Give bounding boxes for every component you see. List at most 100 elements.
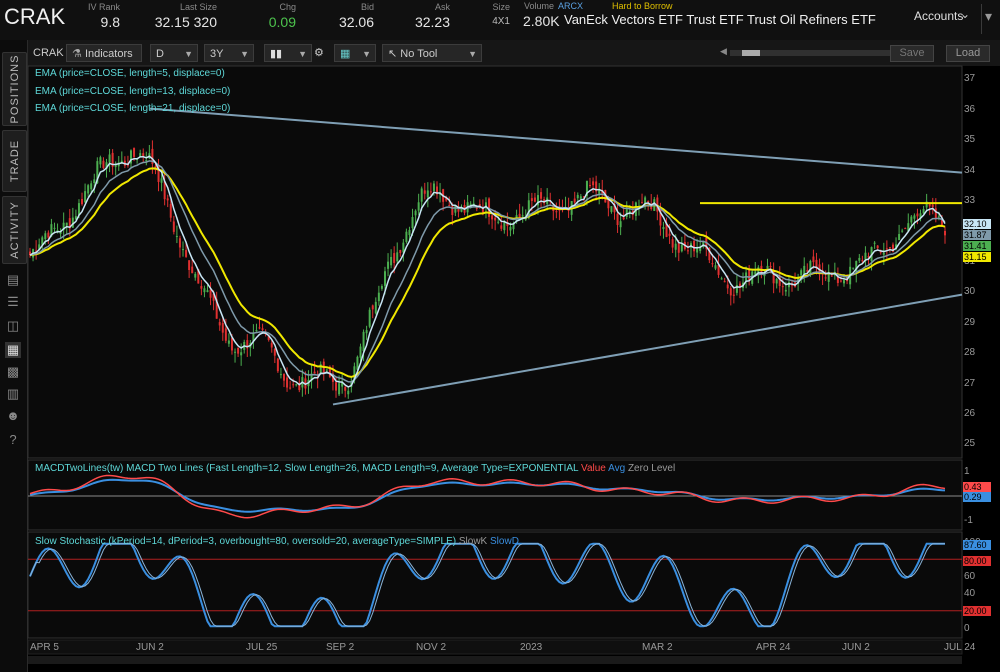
time-tick: MAR 2 <box>642 642 673 653</box>
price-tick: 29 <box>964 317 976 328</box>
chart-canvas[interactable] <box>0 0 1000 672</box>
time-tick: NOV 2 <box>416 642 447 653</box>
candle-body <box>748 270 751 280</box>
candle-body <box>500 225 503 229</box>
candle-body <box>411 217 414 229</box>
candle-body <box>182 249 185 251</box>
candle-body <box>368 309 371 327</box>
candle-body <box>686 250 689 252</box>
ema13-label: EMA (price=CLOSE, length=13, displace=0) <box>35 86 231 97</box>
candle-body <box>916 213 919 217</box>
candle-body <box>188 260 191 271</box>
ema5-label: EMA (price=CLOSE, length=5, displace=0) <box>35 68 225 79</box>
candle-body <box>475 207 478 209</box>
candle-body <box>647 200 650 202</box>
candle-body <box>671 239 674 248</box>
candle-body <box>47 232 50 238</box>
candle-body <box>347 390 350 395</box>
stoch-tick: 40 <box>964 588 976 599</box>
candle-body <box>203 288 206 293</box>
price-tick: 36 <box>964 104 976 115</box>
candle-body <box>677 242 680 253</box>
candle-body <box>273 348 276 356</box>
candle-body <box>714 265 717 269</box>
candle-body <box>90 183 93 190</box>
candle-body <box>84 191 87 203</box>
candle-body <box>469 203 472 205</box>
candle-body <box>876 245 879 249</box>
candle-body <box>221 323 224 333</box>
candle-body <box>359 346 362 358</box>
stoch-k-tag: 87.60 <box>963 540 991 550</box>
candle-body <box>904 228 907 230</box>
candle-body <box>610 206 613 212</box>
time-tick: JUN 2 <box>136 642 164 653</box>
candle-body <box>937 216 940 218</box>
candle-body <box>102 160 105 169</box>
candle-body <box>781 286 784 288</box>
candle-body <box>133 148 136 157</box>
stoch-os-tag: 20.00 <box>963 606 991 616</box>
candle-body <box>87 185 90 194</box>
candle-body <box>258 327 261 329</box>
candle-body <box>910 216 913 223</box>
candle-body <box>270 343 273 348</box>
candle-body <box>393 253 396 263</box>
candle-body <box>175 235 178 237</box>
candle-body <box>282 374 285 381</box>
candle-body <box>237 347 240 354</box>
candle-body <box>913 215 916 219</box>
candle-body <box>491 215 494 220</box>
stoch-d-legend: SlowD <box>490 536 519 547</box>
candle-body <box>521 215 524 217</box>
candle-body <box>497 221 500 223</box>
stoch-tick: 0 <box>964 623 970 634</box>
macd-avg-tag: 0.29 <box>963 492 991 502</box>
candle-body <box>429 191 432 193</box>
candle-body <box>641 202 644 204</box>
last-price-tag: 31.41 <box>963 241 991 251</box>
candle-body <box>420 188 423 202</box>
candle-body <box>383 271 386 286</box>
candle-body <box>573 198 576 203</box>
candle-body <box>53 227 56 229</box>
candle-body <box>711 263 714 265</box>
stoch-panel <box>27 531 963 639</box>
candle-body <box>901 230 904 232</box>
ema21-label: EMA (price=CLOSE, length=21, displace=0) <box>35 103 231 114</box>
candle-body <box>530 198 533 201</box>
macd-value-legend: Value <box>581 463 606 474</box>
candle-body <box>344 387 347 391</box>
candle-body <box>405 231 408 242</box>
price-tick: 27 <box>964 378 976 389</box>
candle-body <box>735 284 738 293</box>
candle-body <box>374 301 377 314</box>
macd-title: MACDTwoLines(tw) MACD Two Lines (Fast Le… <box>35 463 579 474</box>
candle-body <box>387 261 390 269</box>
candle-body <box>289 387 292 389</box>
candle-body <box>99 157 102 165</box>
candle-body <box>533 197 536 202</box>
candle-body <box>922 208 925 214</box>
candle-body <box>888 247 891 249</box>
candle-body <box>503 222 506 231</box>
candle-body <box>432 183 435 191</box>
candle-body <box>644 197 647 204</box>
candle-body <box>261 328 264 330</box>
time-tick: JUL 24 <box>944 642 976 653</box>
candle-body <box>426 190 429 198</box>
candle-body <box>830 275 833 277</box>
price-tick: 35 <box>964 134 976 145</box>
candle-body <box>279 374 282 376</box>
candle-body <box>365 330 368 334</box>
stoch-title: Slow Stochastic (kPeriod=14, dPeriod=3, … <box>35 536 457 547</box>
candle-body <box>729 288 732 296</box>
macd-tick: 1 <box>964 466 970 477</box>
candle-body <box>619 221 622 228</box>
price-tick: 37 <box>964 73 976 84</box>
candle-body <box>44 233 47 240</box>
time-axis-bar <box>27 639 963 655</box>
candle-body <box>809 260 812 275</box>
candle-body <box>185 250 188 257</box>
candle-body <box>720 278 723 280</box>
